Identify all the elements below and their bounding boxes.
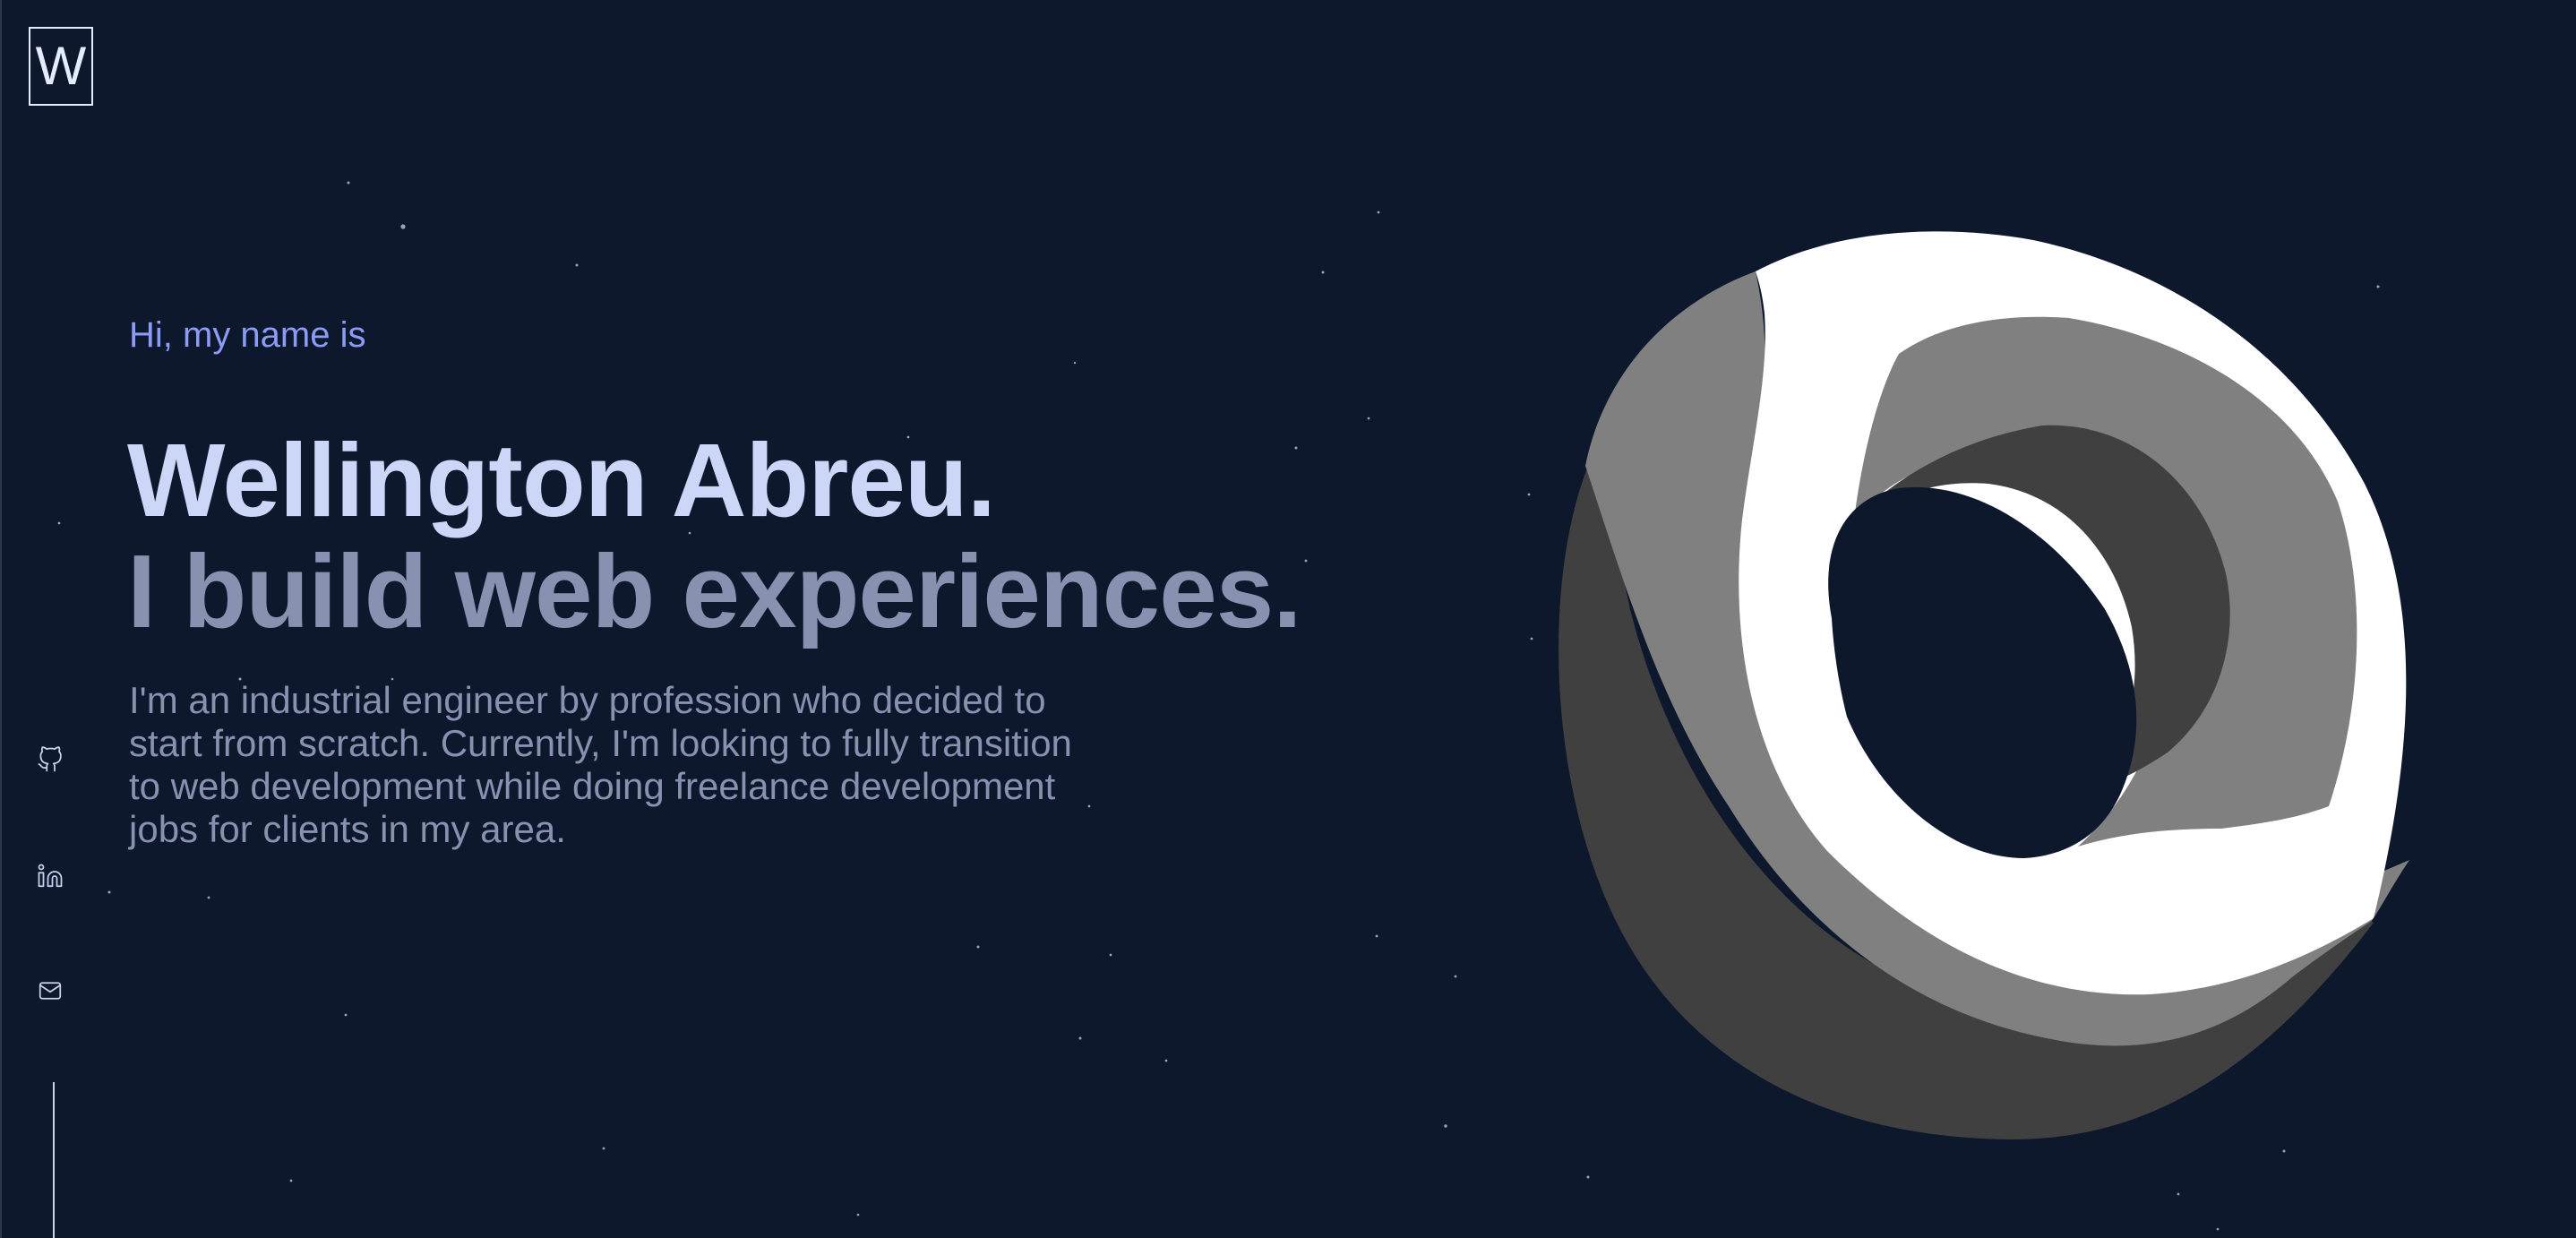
linkedin-icon [38,864,63,888]
mail-icon [39,982,62,1000]
logo-letter: W [35,36,87,96]
hero-bio: I'm an industrial engineer by profession… [129,679,1072,850]
logo-button[interactable]: W [29,27,93,106]
social-divider-line [53,1082,55,1238]
github-icon [38,746,62,772]
hero-name: Wellington Abreu. [127,422,996,538]
github-link[interactable] [30,740,70,779]
hero-tagline: I build web experiences. [127,533,1301,649]
email-link[interactable] [30,971,70,1010]
hero-page: W Hi, my name is Wellington Abreu. I bui… [0,0,2576,1238]
torus-3d-graphic [1558,231,2409,1139]
hero-greeting: Hi, my name is [129,315,366,355]
linkedin-link[interactable] [30,856,70,896]
